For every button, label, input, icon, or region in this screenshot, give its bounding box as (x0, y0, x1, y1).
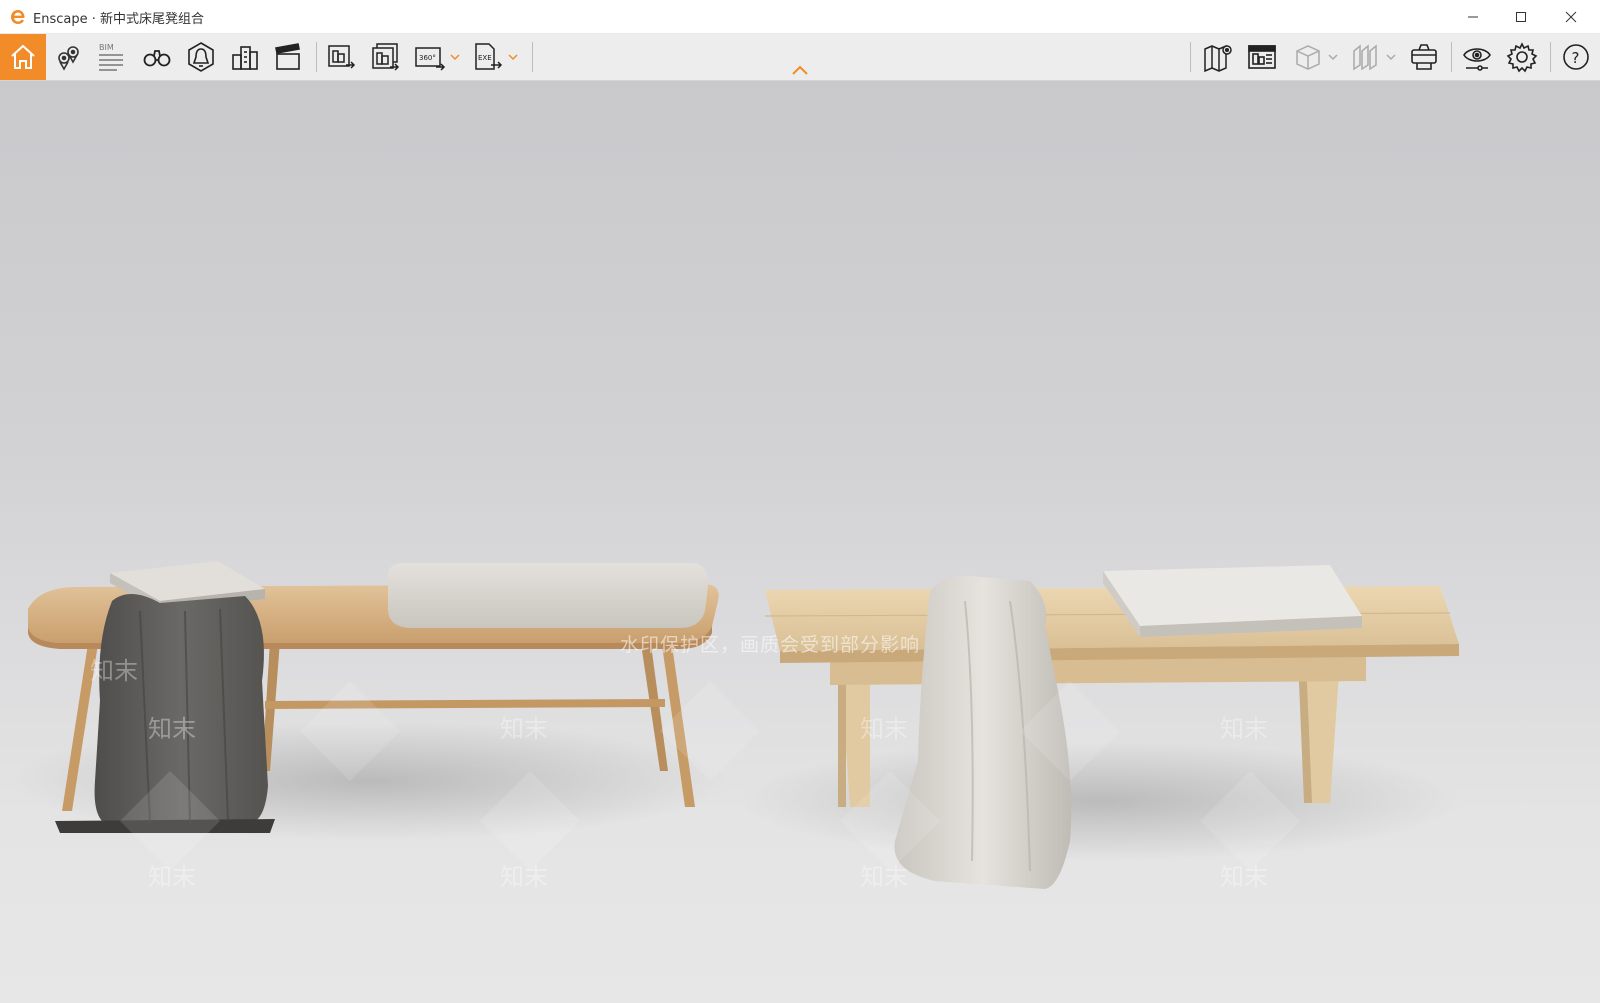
cube-button[interactable] (1290, 39, 1326, 75)
close-button[interactable] (1548, 0, 1594, 33)
assets-button[interactable] (227, 39, 263, 75)
render-viewport[interactable]: 知末 知末 知末 知末 知末 知末 知末 知末 知末 水印保护区，画质会受到部分… (0, 81, 1600, 1003)
window-title: Enscape · 新中式床尾凳组合 (33, 8, 204, 27)
watermark: 知末 (148, 863, 196, 891)
toolbar-separator (532, 42, 533, 72)
watermark: 知末 (500, 863, 548, 891)
svg-text:360°: 360° (419, 54, 436, 62)
export-dropdown-chevron-icon[interactable] (508, 52, 518, 62)
rendered-scene (10, 561, 1460, 889)
enscape-logo-icon (11, 10, 25, 24)
walk-mode-button[interactable] (139, 39, 175, 75)
minimize-icon (1468, 16, 1478, 17)
minimize-button[interactable] (1450, 0, 1496, 33)
watermark: 知末 (1220, 863, 1268, 891)
render-image-icon (328, 45, 356, 69)
title-bar: Enscape · 新中式床尾凳组合 (0, 0, 1600, 34)
maximize-button[interactable] (1498, 0, 1544, 33)
toolbar-separator (1550, 42, 1551, 72)
maximize-icon (1516, 11, 1526, 22)
gear-icon (1506, 42, 1538, 73)
video-editor-button[interactable] (270, 39, 306, 75)
exe-export-icon: EXE (475, 43, 503, 70)
panorama-button[interactable]: 360° (412, 39, 448, 75)
home-button[interactable] (0, 34, 46, 80)
watermark: 知末 (1220, 715, 1268, 743)
panorama-360-icon: 360° (415, 47, 446, 71)
main-toolbar: BIM 360° EXE ? (0, 34, 1600, 81)
help-button[interactable]: ? (1558, 39, 1594, 75)
location-pins-icon (58, 46, 79, 71)
export-exe-button[interactable]: EXE (470, 39, 506, 75)
section-button[interactable] (1348, 39, 1384, 75)
watermark: 知末 (148, 715, 196, 743)
cube-icon (1296, 45, 1320, 70)
watermark: 知末 (500, 715, 548, 743)
svg-text:?: ? (1572, 49, 1580, 67)
render-image-button[interactable] (324, 39, 360, 75)
section-dropdown-chevron-icon[interactable] (1386, 52, 1396, 62)
toolbar-separator (316, 42, 317, 72)
help-icon: ? (1563, 44, 1589, 70)
binoculars-icon (143, 50, 171, 67)
document-title: 新中式床尾凳组合 (100, 12, 205, 27)
toolbar-separator (1190, 42, 1191, 72)
watermark: 知末 (860, 715, 908, 743)
bim-icon: BIM (99, 43, 123, 71)
vr-headset-icon (1411, 44, 1437, 70)
svg-text:EXE: EXE (478, 54, 492, 62)
general-settings-button[interactable] (1504, 39, 1540, 75)
clapperboard-icon (275, 43, 300, 70)
settings-panel-button[interactable] (1244, 39, 1280, 75)
batch-render-icon (372, 43, 400, 71)
panorama-dropdown-chevron-icon[interactable] (450, 52, 460, 62)
map-button[interactable] (1200, 39, 1236, 75)
toolbar-separator (1451, 42, 1452, 72)
vr-button[interactable] (1406, 39, 1442, 75)
visual-settings-button[interactable] (1459, 39, 1495, 75)
sun-button[interactable] (183, 39, 219, 75)
app-name: Enscape (33, 12, 88, 27)
watermark: 知末 (90, 657, 138, 685)
bell-icon (188, 42, 214, 72)
svg-text:BIM: BIM (99, 43, 114, 52)
watermark-notice: 水印保护区，画质会受到部分影响 (620, 634, 921, 656)
eye-icon (1463, 48, 1491, 71)
views-button[interactable] (50, 39, 86, 75)
close-icon (1565, 11, 1577, 22)
title-separator: · (91, 12, 96, 27)
batch-render-button[interactable] (368, 39, 404, 75)
watermark: 知末 (860, 863, 908, 891)
bim-button[interactable]: BIM (93, 39, 129, 75)
section-icon (1353, 44, 1377, 71)
panel-icon (1248, 45, 1276, 69)
cube-dropdown-chevron-icon[interactable] (1328, 52, 1338, 62)
home-icon (11, 44, 35, 69)
buildings-icon (232, 46, 258, 70)
collapse-toolbar-chevron-icon[interactable] (790, 64, 810, 76)
map-pin-icon (1204, 44, 1232, 73)
